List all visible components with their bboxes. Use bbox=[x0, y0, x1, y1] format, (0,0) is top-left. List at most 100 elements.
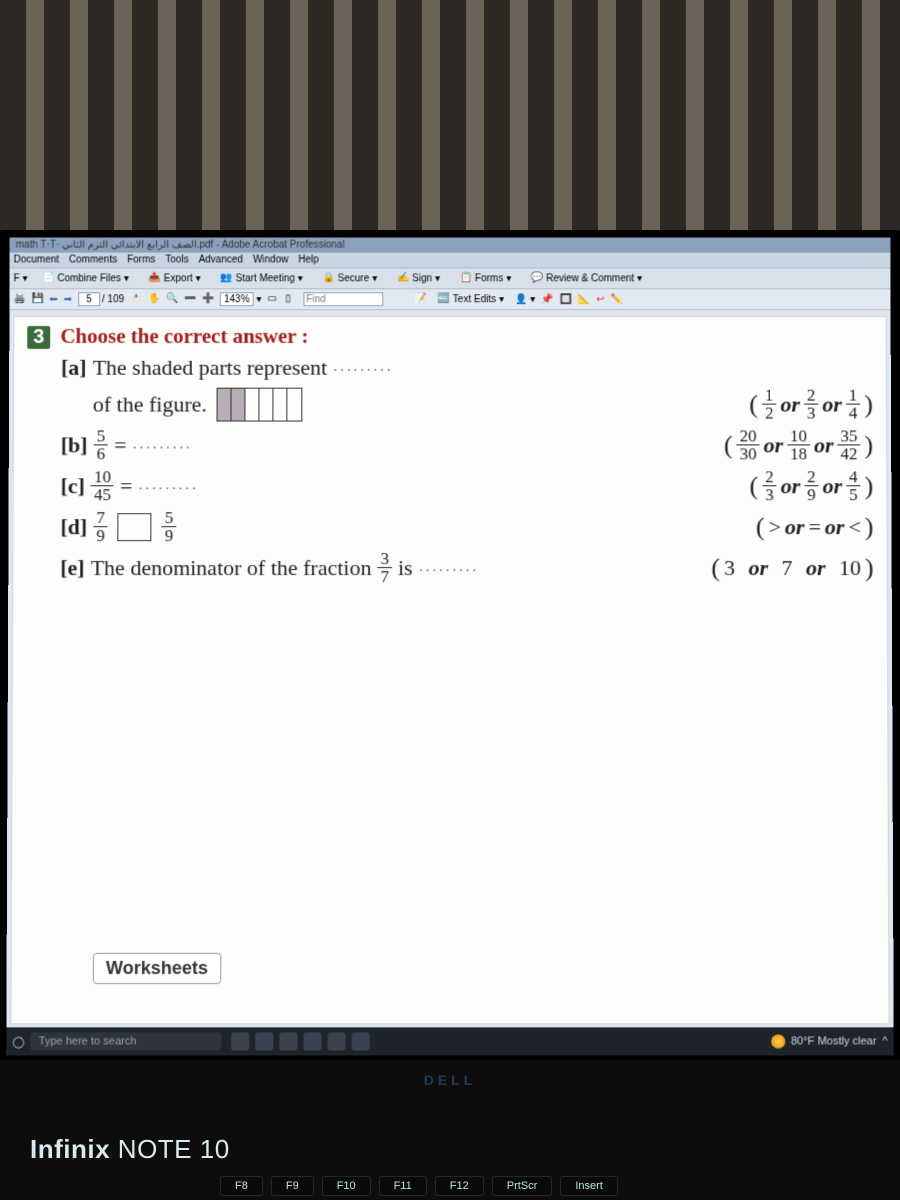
figure-sixths bbox=[217, 387, 303, 421]
item-b: [b] 56 = ( 2030 or 1018 or 3542 ) bbox=[27, 427, 873, 462]
taskbar-app1-icon[interactable] bbox=[256, 1032, 274, 1050]
question-heading: Choose the correct answer : bbox=[60, 324, 308, 348]
item-d-label: [d] bbox=[60, 514, 87, 540]
opt-lt: < bbox=[848, 514, 861, 540]
cortana-icon[interactable]: ◯ bbox=[12, 1035, 24, 1048]
blank-dots bbox=[419, 555, 479, 581]
export-button[interactable]: 📤Export ▾ bbox=[144, 270, 206, 286]
opt-3: 3 bbox=[724, 555, 735, 581]
text-edits-icon: 🔤 bbox=[438, 293, 450, 305]
item-c-label: [c] bbox=[61, 473, 85, 499]
menu-tools[interactable]: Tools bbox=[165, 255, 188, 266]
nav-back-icon[interactable]: ⬅ bbox=[49, 294, 57, 305]
key-insert[interactable]: Insert bbox=[560, 1176, 618, 1196]
hand-tool-icon[interactable]: ✋ bbox=[148, 293, 160, 305]
taskbar-weather[interactable]: 80°F Mostly clear ^ bbox=[771, 1034, 888, 1048]
sun-icon bbox=[771, 1034, 785, 1048]
item-c: [c] 1045 = ( 23 or 29 or 45 ) bbox=[27, 468, 874, 503]
save-icon[interactable]: 💾 bbox=[31, 293, 43, 305]
page-total: / 109 bbox=[102, 294, 124, 305]
menu-forms[interactable]: Forms bbox=[127, 255, 155, 266]
item-a-label: [a] bbox=[61, 355, 87, 381]
key-f12[interactable]: F12 bbox=[435, 1176, 484, 1196]
fit-width-icon[interactable]: ▯ bbox=[285, 293, 297, 305]
taskbar-app2-icon[interactable] bbox=[280, 1032, 298, 1050]
item-a-line1: [a] The shaded parts represent bbox=[27, 355, 873, 381]
review-button[interactable]: 💬Review & Comment ▾ bbox=[526, 270, 647, 286]
lock-icon: 🔒 bbox=[323, 272, 335, 284]
more-tool-4-icon[interactable]: ✏️ bbox=[611, 294, 623, 305]
item-a-line2: of the figure. ( 12 or 23 or 14 ) bbox=[27, 387, 873, 422]
key-f9[interactable]: F9 bbox=[271, 1176, 314, 1196]
menu-help[interactable]: Help bbox=[298, 255, 319, 266]
key-prtscr[interactable]: PrtScr bbox=[492, 1176, 553, 1196]
zoom-input[interactable] bbox=[220, 292, 254, 306]
key-f8[interactable]: F8 bbox=[220, 1176, 263, 1196]
question-number: 3 bbox=[27, 326, 50, 349]
stamp-tool-icon[interactable]: 👤 ▾ bbox=[515, 294, 535, 305]
key-f11[interactable]: F11 bbox=[379, 1176, 427, 1196]
monitor-brand: DELL bbox=[424, 1072, 477, 1088]
sign-button[interactable]: ✍️Sign ▾ bbox=[392, 270, 445, 286]
item-a-text1: The shaded parts represent bbox=[93, 355, 328, 381]
taskbar-cortana-icon[interactable] bbox=[231, 1032, 249, 1050]
sign-icon: ✍️ bbox=[397, 272, 409, 284]
laptop-brand: Infinix NOTE 10 bbox=[30, 1134, 230, 1165]
item-e: [e] The denominator of the fraction 37 i… bbox=[26, 550, 874, 585]
blank-dots bbox=[333, 355, 393, 381]
window-title: math T·T· الصف الرابع الابتدائي الترم ال… bbox=[10, 238, 891, 253]
start-meeting-button[interactable]: 👥Start Meeting ▾ bbox=[216, 270, 308, 286]
item-d: [d] 79 59 ( > or = or < ) bbox=[26, 509, 873, 544]
item-a-text2: of the figure. bbox=[93, 391, 207, 417]
background-blinds bbox=[0, 0, 900, 240]
forms-button[interactable]: 📋Forms ▾ bbox=[455, 270, 516, 286]
menubar: Document Comments Forms Tools Advanced W… bbox=[10, 253, 891, 269]
text-edits-button[interactable]: 🔤Text Edits ▾ bbox=[433, 291, 509, 307]
opt-7: 7 bbox=[781, 555, 792, 581]
forms-icon: 📋 bbox=[460, 272, 472, 284]
combine-files-button[interactable]: 📄Combine Files ▾ bbox=[37, 270, 134, 286]
menu-window[interactable]: Window bbox=[253, 255, 288, 266]
print-icon[interactable]: 🖨️ bbox=[13, 293, 25, 305]
taskbar-edge-icon[interactable] bbox=[304, 1032, 322, 1050]
key-f10[interactable]: F10 bbox=[322, 1176, 371, 1196]
blank-dots bbox=[138, 473, 198, 499]
opt-eq: = bbox=[808, 514, 820, 540]
more-tool-2-icon[interactable]: 📐 bbox=[578, 294, 590, 305]
find-input[interactable] bbox=[303, 292, 383, 306]
note-tool-icon[interactable]: 📝 bbox=[415, 293, 427, 305]
menu-document[interactable]: Document bbox=[14, 255, 59, 266]
export-icon: 📤 bbox=[149, 272, 161, 284]
screen: math T·T· الصف الرابع الابتدائي الترم ال… bbox=[6, 238, 894, 1056]
taskbar-search[interactable]: Type here to search bbox=[31, 1032, 222, 1050]
document-page: 3 Choose the correct answer : [a] The sh… bbox=[10, 316, 889, 1024]
select-tool-icon[interactable]: 🖱️ bbox=[130, 293, 142, 305]
laptop-body: DELL Infinix NOTE 10 F8 F9 F10 F11 F12 P… bbox=[0, 1060, 900, 1200]
taskbar-app4-icon[interactable] bbox=[352, 1032, 370, 1050]
blank-dots bbox=[132, 432, 192, 458]
worksheets-tab[interactable]: Worksheets bbox=[93, 953, 221, 984]
more-tool-1-icon[interactable]: 🔲 bbox=[560, 294, 572, 305]
combine-icon: 📄 bbox=[42, 272, 54, 284]
chevron-up-icon[interactable]: ^ bbox=[882, 1035, 887, 1047]
item-e-text: The denominator of the fraction bbox=[91, 555, 372, 581]
review-icon: 💬 bbox=[531, 272, 543, 284]
page-number-input[interactable] bbox=[78, 292, 100, 306]
taskbar-app3-icon[interactable] bbox=[328, 1032, 346, 1050]
menu-comments[interactable]: Comments bbox=[69, 255, 117, 266]
meeting-icon: 👥 bbox=[221, 272, 233, 284]
menu-advanced[interactable]: Advanced bbox=[199, 255, 243, 266]
item-b-label: [b] bbox=[61, 432, 88, 458]
monitor: math T·T· الصف الرابع الابتدائي الترم ال… bbox=[0, 230, 900, 1060]
keyboard-fn-row: F8 F9 F10 F11 F12 PrtScr Insert bbox=[220, 1176, 890, 1196]
opt-10: 10 bbox=[839, 555, 861, 581]
secure-button[interactable]: 🔒Secure ▾ bbox=[318, 270, 383, 286]
zoom-tool-icon[interactable]: 🔍 bbox=[166, 293, 178, 305]
nav-forward-icon[interactable]: ➡ bbox=[64, 294, 72, 305]
more-tool-3-icon[interactable]: ↩ bbox=[596, 294, 604, 305]
zoom-out-icon[interactable]: ➖ bbox=[184, 293, 196, 305]
highlight-tool-icon[interactable]: 📌 bbox=[541, 294, 553, 305]
taskbar-icons bbox=[231, 1032, 370, 1050]
fit-page-icon[interactable]: ▭ bbox=[267, 293, 279, 305]
zoom-in-icon[interactable]: ➕ bbox=[202, 293, 214, 305]
